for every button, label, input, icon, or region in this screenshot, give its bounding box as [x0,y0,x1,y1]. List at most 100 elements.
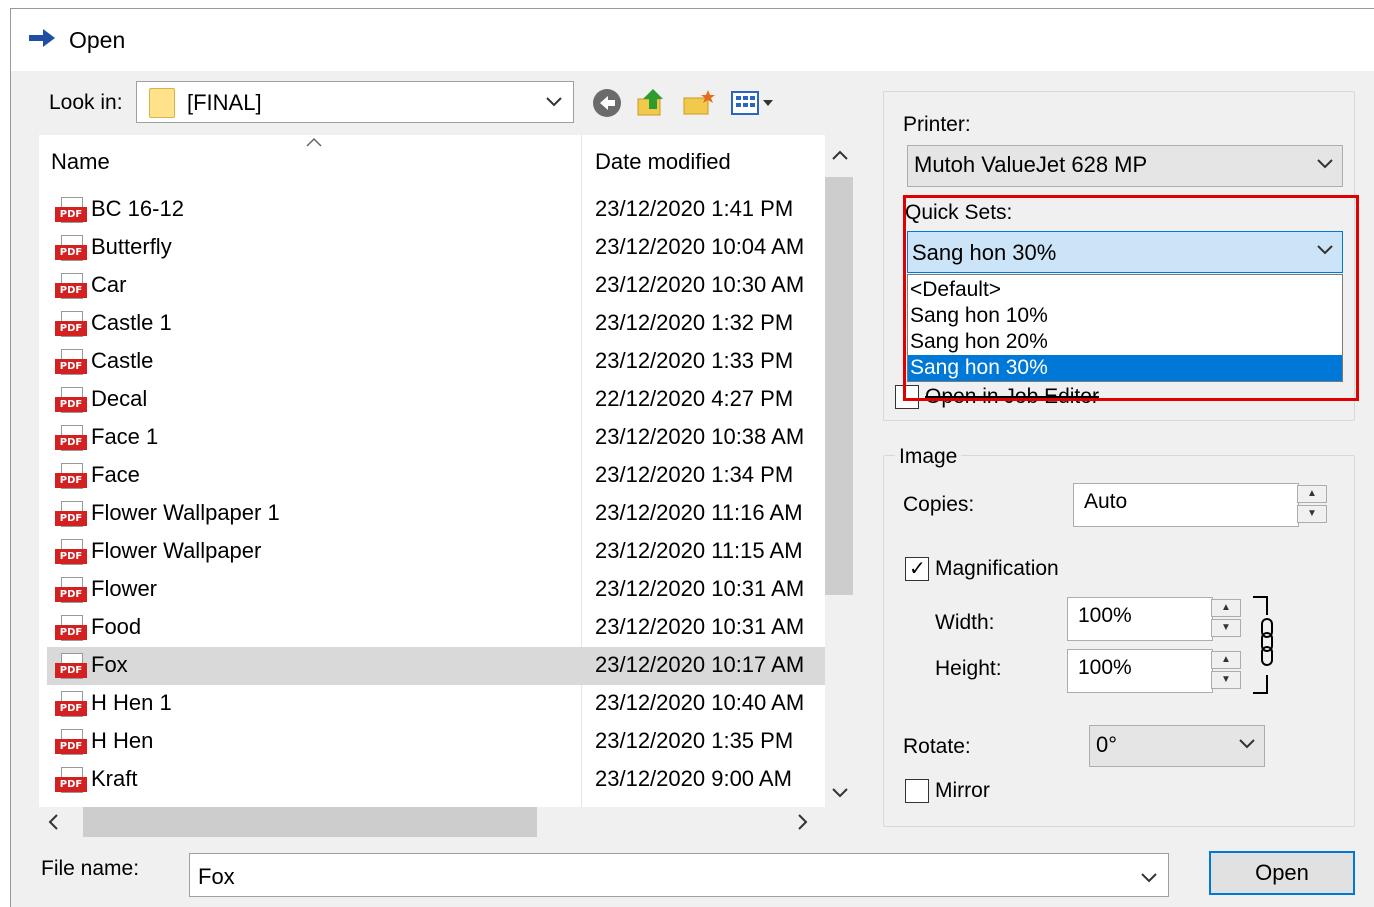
file-name: Face 1 [91,424,159,449]
file-row[interactable]: PDF Face 1 23/12/2020 10:38 AM [47,419,825,457]
pdf-file-icon: PDF [55,767,87,795]
file-date: 23/12/2020 11:15 AM [595,538,803,563]
file-name: Flower [91,576,158,601]
spin-down-icon[interactable]: ▼ [1211,671,1241,689]
column-header-name[interactable]: Name [51,149,110,175]
spin-up-icon[interactable]: ▲ [1211,651,1241,669]
file-date: 23/12/2020 10:04 AM [595,234,805,259]
file-list[interactable]: Name Date modified PDF BC 16-12 23/12/2020… [39,135,825,807]
look-in-combo[interactable]: [FINAL] [136,81,574,123]
chevron-down-icon [1238,732,1256,762]
link-chain-icon[interactable] [1249,595,1279,700]
file-name: Face [91,462,140,487]
pdf-file-icon: PDF [55,235,87,263]
file-row[interactable]: PDF Flower Wallpaper 23/12/2020 11:15 AM [47,533,825,571]
pdf-file-icon: PDF [55,387,87,415]
pdf-file-icon: PDF [55,691,87,719]
file-date: 23/12/2020 10:17 AM [595,652,805,677]
file-date: 23/12/2020 9:00 AM [595,766,792,791]
file-name: Kraft [91,766,138,791]
file-date: 23/12/2020 1:41 PM [595,196,794,221]
pdf-file-icon: PDF [55,539,87,567]
scroll-right-icon[interactable] [797,813,809,836]
file-row[interactable]: PDF Castle 1 23/12/2020 1:32 PM [47,305,825,343]
width-input[interactable]: 100% [1067,597,1213,641]
file-date: 23/12/2020 10:31 AM [595,614,805,639]
scroll-up-icon[interactable] [831,145,849,166]
column-header-date[interactable]: Date modified [595,149,731,175]
file-row[interactable]: PDF Butterfly 23/12/2020 10:04 AM [47,229,825,267]
file-name-value: Fox [198,864,235,889]
printer-value: Mutoh ValueJet 628 MP [914,152,1148,177]
file-row[interactable]: PDF Flower 23/12/2020 10:31 AM [47,571,825,609]
height-input[interactable]: 100% [1067,649,1213,693]
highlight-box [903,195,1359,401]
open-button[interactable]: Open [1209,851,1355,895]
file-name: Butterfly [91,234,172,259]
file-date: 22/12/2020 4:27 PM [595,386,794,411]
new-folder-icon[interactable] [681,85,717,121]
magnification-checkbox[interactable]: ✓ [905,557,929,581]
mirror-checkbox[interactable] [905,779,929,803]
file-date: 23/12/2020 1:33 PM [595,348,794,373]
title-bar: Open [11,9,1374,71]
file-name: Flower Wallpaper [91,538,262,563]
file-name: H Hen 1 [91,690,172,715]
look-in-value: [FINAL] [187,90,262,115]
file-name: Decal [91,386,148,411]
spin-down-icon[interactable]: ▼ [1211,619,1241,637]
file-row[interactable]: PDF H Hen 23/12/2020 1:35 PM [47,723,825,761]
view-menu-icon[interactable] [727,85,781,121]
look-in-label: Look in: [49,91,123,114]
file-row[interactable]: PDF Castle 23/12/2020 1:33 PM [47,343,825,381]
pdf-file-icon: PDF [55,501,87,529]
chevron-down-icon[interactable] [1140,868,1158,889]
copies-input[interactable]: Auto [1073,483,1299,527]
file-name: H Hen [91,728,154,753]
file-name-label: File name: [41,857,140,880]
width-value: 100% [1078,604,1132,627]
printer-select[interactable]: Mutoh ValueJet 628 MP [907,145,1343,187]
file-date: 23/12/2020 1:34 PM [595,462,794,487]
chevron-down-icon [1316,152,1334,182]
horizontal-scroll-thumb[interactable] [83,807,537,837]
copies-value: Auto [1084,490,1128,513]
pdf-file-icon: PDF [55,197,87,225]
width-label: Width: [935,611,995,634]
open-dialog: Open Look in: [FINAL] Name Date modified [10,8,1374,907]
dialog-title: Open [69,27,126,53]
file-date: 23/12/2020 10:31 AM [595,576,805,601]
height-value: 100% [1078,656,1132,679]
height-label: Height: [935,657,1002,680]
file-name: BC 16-12 [91,196,184,221]
file-row[interactable]: PDF Food 23/12/2020 10:31 AM [47,609,825,647]
pdf-file-icon: PDF [55,311,87,339]
pdf-file-icon: PDF [55,577,87,605]
vertical-scroll-thumb[interactable] [825,177,853,595]
file-date: 23/12/2020 10:38 AM [595,424,805,449]
file-row[interactable]: PDF Flower Wallpaper 1 23/12/2020 11:16 AM [47,495,825,533]
magnification-label: Magnification [935,557,1059,580]
up-folder-icon[interactable] [633,85,669,121]
file-row[interactable]: PDF Fox 23/12/2020 10:17 AM [47,647,825,685]
check-icon: ✓ [909,558,926,580]
folder-icon [149,88,175,118]
pdf-file-icon: PDF [55,653,87,681]
chevron-down-icon [545,92,563,113]
spin-down-icon[interactable]: ▼ [1297,505,1327,523]
file-name-input[interactable]: Fox [189,853,1169,897]
file-row[interactable]: PDF Kraft 23/12/2020 9:00 AM [47,761,825,799]
spin-up-icon[interactable]: ▲ [1297,485,1327,503]
scroll-down-icon[interactable] [831,783,849,804]
file-date: 23/12/2020 11:16 AM [595,500,803,525]
file-row[interactable]: PDF Decal 22/12/2020 4:27 PM [47,381,825,419]
sort-up-icon [305,135,323,153]
file-row[interactable]: PDF Car 23/12/2020 10:30 AM [47,267,825,305]
file-row[interactable]: PDF BC 16-12 23/12/2020 1:41 PM [47,191,825,229]
spin-up-icon[interactable]: ▲ [1211,599,1241,617]
rotate-select[interactable]: 0° [1089,725,1265,767]
scroll-left-icon[interactable] [47,813,59,836]
back-icon[interactable] [589,85,625,121]
file-row[interactable]: PDF Face 23/12/2020 1:34 PM [47,457,825,495]
file-row[interactable]: PDF H Hen 1 23/12/2020 10:40 AM [47,685,825,723]
